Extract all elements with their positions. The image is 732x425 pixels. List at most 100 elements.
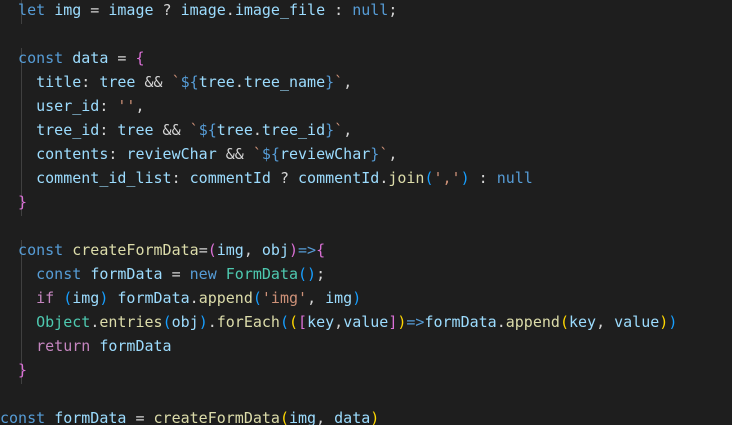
code-token: tree: [117, 121, 154, 139]
code-token: :: [108, 145, 127, 163]
code-token: tree: [216, 121, 253, 139]
code-token: :: [99, 121, 118, 139]
code-token: (): [298, 265, 317, 283]
code-token: .: [225, 1, 235, 19]
code-token: image: [108, 1, 154, 19]
code-token: .: [207, 313, 217, 331]
code-token: `: [252, 145, 262, 163]
code-line[interactable]: const formData = new FormData();: [0, 262, 325, 286]
code-token: .: [234, 73, 244, 91]
code-token: obj: [261, 241, 289, 259]
code-token: :: [325, 1, 353, 19]
code-line[interactable]: title: tree && `${tree.tree_name}`,: [0, 70, 352, 94]
code-line[interactable]: tree_id: tree && `${tree.tree_id}`,: [0, 118, 352, 142]
code-token: ): [659, 313, 669, 331]
code-token: ,: [343, 73, 353, 91]
code-token: .: [252, 121, 262, 139]
code-token: (: [279, 409, 289, 425]
code-token: data: [334, 409, 371, 425]
code-token: value: [343, 313, 389, 331]
code-token: key: [568, 313, 597, 331]
code-token: ,: [307, 289, 326, 307]
code-token: ): [198, 313, 208, 331]
code-token: const: [0, 409, 46, 425]
code-line[interactable]: }: [0, 190, 27, 214]
code-token: formData: [424, 313, 497, 331]
code-line[interactable]: const data = {: [0, 46, 144, 70]
code-token: (: [289, 313, 299, 331]
code-token: img: [289, 409, 317, 425]
code-line[interactable]: const formData = createFormData(img, dat…: [0, 406, 379, 425]
code-token: =: [126, 409, 154, 425]
code-token: `: [379, 145, 389, 163]
code-token: (: [63, 289, 73, 307]
code-line[interactable]: let img = image ? image.image_file : nul…: [0, 0, 397, 22]
code-token: :: [171, 169, 190, 187]
code-line[interactable]: return formData: [0, 334, 171, 358]
code-token: ,: [388, 145, 398, 163]
code-token: comment_id_list: [0, 169, 172, 187]
code-token: }: [325, 73, 335, 91]
code-token: data: [72, 49, 109, 67]
code-token: null: [352, 1, 389, 19]
code-token: tree_name: [243, 73, 326, 91]
code-line[interactable]: user_id: '',: [0, 94, 145, 118]
code-token: ${: [180, 73, 199, 91]
code-token: ?: [153, 1, 181, 19]
code-token: }: [325, 121, 335, 139]
code-token: ): [668, 313, 678, 331]
code-token: (: [162, 313, 172, 331]
code-token: title: [0, 73, 82, 91]
code-line[interactable]: contents: reviewChar && `${reviewChar}`,: [0, 142, 397, 166]
code-token: createFormData: [72, 241, 199, 259]
code-token: entries: [99, 313, 163, 331]
code-token: ): [460, 169, 470, 187]
code-token: 'img': [261, 289, 308, 307]
code-token: ): [352, 289, 362, 307]
code-token: commentId: [189, 169, 271, 187]
code-token: image_file: [234, 1, 326, 19]
code-token: ;: [388, 1, 398, 19]
code-token: (: [252, 289, 262, 307]
code-token: append: [198, 289, 253, 307]
code-token: =: [108, 49, 136, 67]
code-token: }: [0, 361, 28, 379]
code-token: contents: [0, 145, 109, 163]
code-token: .: [90, 313, 100, 331]
code-line[interactable]: if (img) formData.append('img', img): [0, 286, 361, 310]
code-editor[interactable]: let img = image ? image.image_file : nul…: [0, 0, 732, 425]
code-token: new: [189, 265, 217, 283]
code-token: commentId: [298, 169, 380, 187]
code-token: tree_id: [0, 121, 100, 139]
code-token: tree_id: [261, 121, 326, 139]
code-token: img: [216, 241, 244, 259]
code-token: ,: [135, 97, 145, 115]
code-token: ;: [316, 265, 326, 283]
code-token: ,: [334, 313, 344, 331]
code-line[interactable]: const createFormData=(img, obj)=>{: [0, 238, 325, 262]
code-token: ',': [433, 169, 461, 187]
code-token: reviewChar: [279, 145, 371, 163]
code-token: &&: [153, 121, 190, 139]
code-token: '': [117, 97, 136, 115]
code-token: image: [180, 1, 226, 19]
code-token: const: [0, 265, 82, 283]
code-line[interactable]: comment_id_list: commentId ? commentId.j…: [0, 166, 533, 190]
code-line[interactable]: }: [0, 358, 27, 382]
code-token: user_id: [0, 97, 100, 115]
code-token: const: [0, 49, 64, 67]
code-token: append: [505, 313, 560, 331]
code-token: obj: [171, 313, 199, 331]
code-line[interactable]: Object.entries(obj).forEach(([key,value]…: [0, 310, 677, 334]
code-token: ,: [596, 313, 615, 331]
code-token: =>: [298, 241, 317, 259]
code-token: :: [99, 97, 118, 115]
code-token: forEach: [216, 313, 280, 331]
